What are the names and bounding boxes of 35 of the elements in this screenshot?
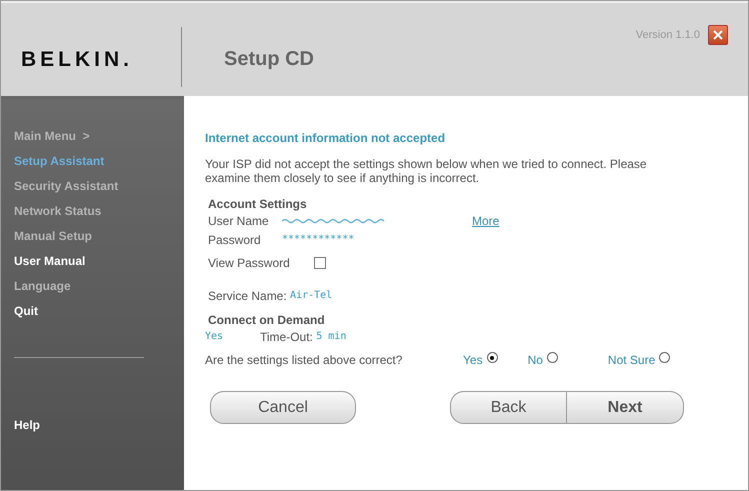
field-label: Service Name:	[208, 288, 287, 302]
field-label: Time-Out:	[260, 330, 313, 344]
back-button[interactable]: Back	[450, 391, 567, 424]
next-button[interactable]: Next	[567, 391, 684, 424]
more-link[interactable]: More	[472, 214, 500, 228]
timeout-value: 5 min	[316, 331, 346, 342]
section-title: Account Settings	[208, 197, 308, 211]
field-label: User Name	[208, 214, 270, 228]
close-button[interactable]	[708, 25, 728, 45]
sidebar-item[interactable]: User Manual	[14, 254, 184, 279]
service-value: Air-Tel	[290, 290, 332, 301]
redacted-icon	[282, 218, 386, 224]
demand-value: Yes	[205, 331, 224, 342]
radio-button[interactable]	[546, 352, 558, 363]
radio-label: No	[528, 352, 543, 366]
checkbox-label: View Password	[208, 256, 290, 270]
sidebar-item[interactable]: Quit	[14, 304, 184, 329]
heading: Internet account information not accepted	[205, 131, 446, 145]
window-title: Setup CD	[224, 48, 314, 71]
logo: BELKIN.	[20, 48, 134, 72]
radio-label: Yes	[463, 352, 483, 366]
message-text: Your ISP did not accept the settings shown below when we tried to connect. Please examine them closely to see if anything is incorrect.	[205, 157, 648, 185]
question-text: Are the settings listed above correct?	[205, 352, 404, 366]
close-icon	[713, 30, 723, 40]
section-title: Connect on Demand	[208, 313, 326, 327]
password-value: ************	[282, 234, 354, 245]
radio-label: Not Sure	[608, 352, 656, 366]
help-link[interactable]: Help	[14, 418, 184, 432]
cancel-button[interactable]: Cancel	[210, 391, 356, 424]
sidebar-item[interactable]: Setup Assistant	[14, 154, 184, 179]
field-label: Password	[208, 232, 262, 246]
view-password-checkbox[interactable]	[314, 256, 326, 268]
radio-button[interactable]	[486, 352, 498, 363]
version-label: Version 1.1.0	[636, 29, 700, 41]
radio-button[interactable]	[659, 352, 670, 363]
